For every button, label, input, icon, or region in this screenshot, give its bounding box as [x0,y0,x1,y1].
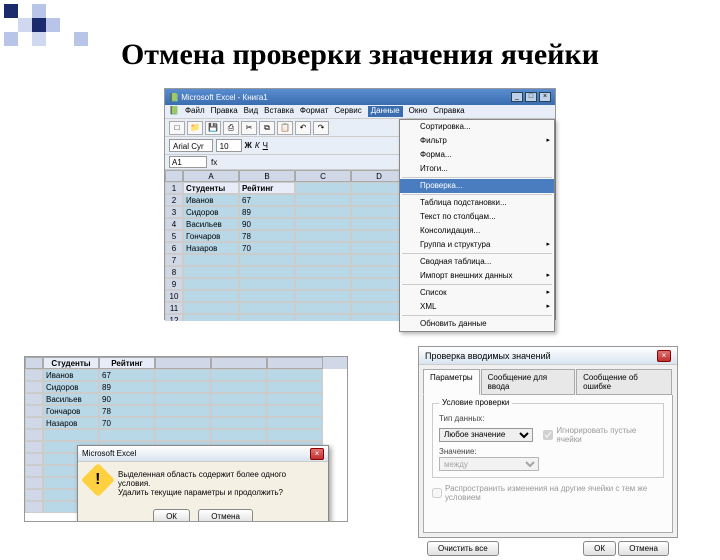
menu-item[interactable]: Проверка... [400,179,554,193]
menu-item[interactable]: Форма... [400,148,554,162]
bold-icon[interactable]: Ж [245,141,252,150]
cut-icon[interactable]: ✂ [241,121,257,135]
menu-item[interactable]: Сводная таблица... [400,255,554,269]
page-title: Отмена проверки значения ячейки [0,0,720,86]
alert-close-icon[interactable]: × [310,448,324,460]
underline-icon[interactable]: Ч [263,141,268,150]
excel-window: 📗 Microsoft Excel - Книга1 _□× 📗 Файл Пр… [164,88,556,320]
menu-file[interactable]: Файл [185,106,205,117]
menu-view[interactable]: Вид [244,106,258,117]
menu-item[interactable]: Список [400,286,554,300]
menu-bar: 📗 Файл Правка Вид Вставка Формат Сервис … [165,105,555,119]
copy-icon[interactable]: ⧉ [259,121,275,135]
dialog-close-icon[interactable]: × [657,350,671,362]
dialog-title: Проверка вводимых значений [425,351,551,361]
tab-error-msg[interactable]: Сообщение об ошибке [576,369,672,395]
name-box[interactable]: A1 [169,156,207,168]
dialog-ok-button[interactable]: ОК [583,541,616,556]
font-selector[interactable]: Arial Cyr [169,139,213,152]
data-menu-dropdown: Сортировка...ФильтрФорма...Итоги... Прове… [399,119,555,332]
tab-input-msg[interactable]: Сообщение для ввода [481,369,575,395]
excel-titlebar: 📗 Microsoft Excel - Книга1 _□× [165,89,555,105]
menu-edit[interactable]: Правка [211,106,238,117]
print-icon[interactable]: ⎙ [223,121,239,135]
type-select[interactable]: Любое значение [439,428,533,442]
alert-text-1: Выделенная область содержит более одного… [118,470,320,488]
menu-item[interactable]: Таблица подстановки... [400,196,554,210]
menu-window[interactable]: Окно [409,106,428,117]
sheet-alert-panel: СтудентыРейтинг Иванов67 Сидоров89 Васил… [24,356,348,522]
alert-title: Microsoft Excel [82,449,136,458]
menu-format[interactable]: Формат [300,106,328,117]
value-label: Значение: [439,447,657,456]
menu-item[interactable]: Группа и структура [400,238,554,252]
max-button[interactable]: □ [525,92,537,102]
menu-item[interactable]: Сортировка... [400,120,554,134]
slide-decoration [4,4,88,46]
menu-item[interactable]: Итоги... [400,162,554,176]
confirm-dialog: Microsoft Excel × ! Выделенная область со… [77,445,329,521]
fontsize-selector[interactable]: 10 [216,139,242,152]
paste-icon[interactable]: 📋 [277,121,293,135]
alert-cancel-button[interactable]: Отмена [198,509,253,521]
warning-icon: ! [81,463,115,497]
dialog-cancel-button[interactable]: Отмена [618,541,669,556]
validation-dialog: Проверка вводимых значений × Параметры Со… [418,346,678,538]
menu-item[interactable]: Фильтр [400,134,554,148]
ignore-checkbox[interactable]: Игнорировать пустые ячейки [543,426,657,444]
open-icon[interactable]: 📁 [187,121,203,135]
menu-item[interactable]: Текст по столбцам... [400,210,554,224]
min-button[interactable]: _ [511,92,523,102]
close-button[interactable]: × [539,92,551,102]
menu-item[interactable]: Консолидация... [400,224,554,238]
type-label: Тип данных: [439,414,657,423]
redo-icon[interactable]: ↷ [313,121,329,135]
menu-item[interactable]: XML [400,300,554,314]
menu-item[interactable]: Обновить данные [400,317,554,331]
value-select: между [439,457,539,471]
clear-all-button[interactable]: Очистить все [427,541,499,556]
menu-data[interactable]: Данные [368,106,403,117]
menu-item[interactable]: Импорт внешних данных [400,269,554,283]
italic-icon[interactable]: К [255,141,260,150]
spread-checkbox[interactable]: Распространить изменения на другие ячейк… [432,484,664,502]
tab-parameters[interactable]: Параметры [423,369,480,395]
undo-icon[interactable]: ↶ [295,121,311,135]
menu-help[interactable]: Справка [433,106,464,117]
alert-text-2: Удалить текущие параметры и продолжить? [118,488,320,497]
dialog-tabs: Параметры Сообщение для ввода Сообщение … [419,365,677,395]
alert-ok-button[interactable]: ОК [153,509,190,521]
validation-group: Условие проверки Тип данных: Любое значе… [432,403,664,478]
new-icon[interactable]: □ [169,121,185,135]
menu-tools[interactable]: Сервис [334,106,361,117]
save-icon[interactable]: 💾 [205,121,221,135]
menu-insert[interactable]: Вставка [264,106,294,117]
